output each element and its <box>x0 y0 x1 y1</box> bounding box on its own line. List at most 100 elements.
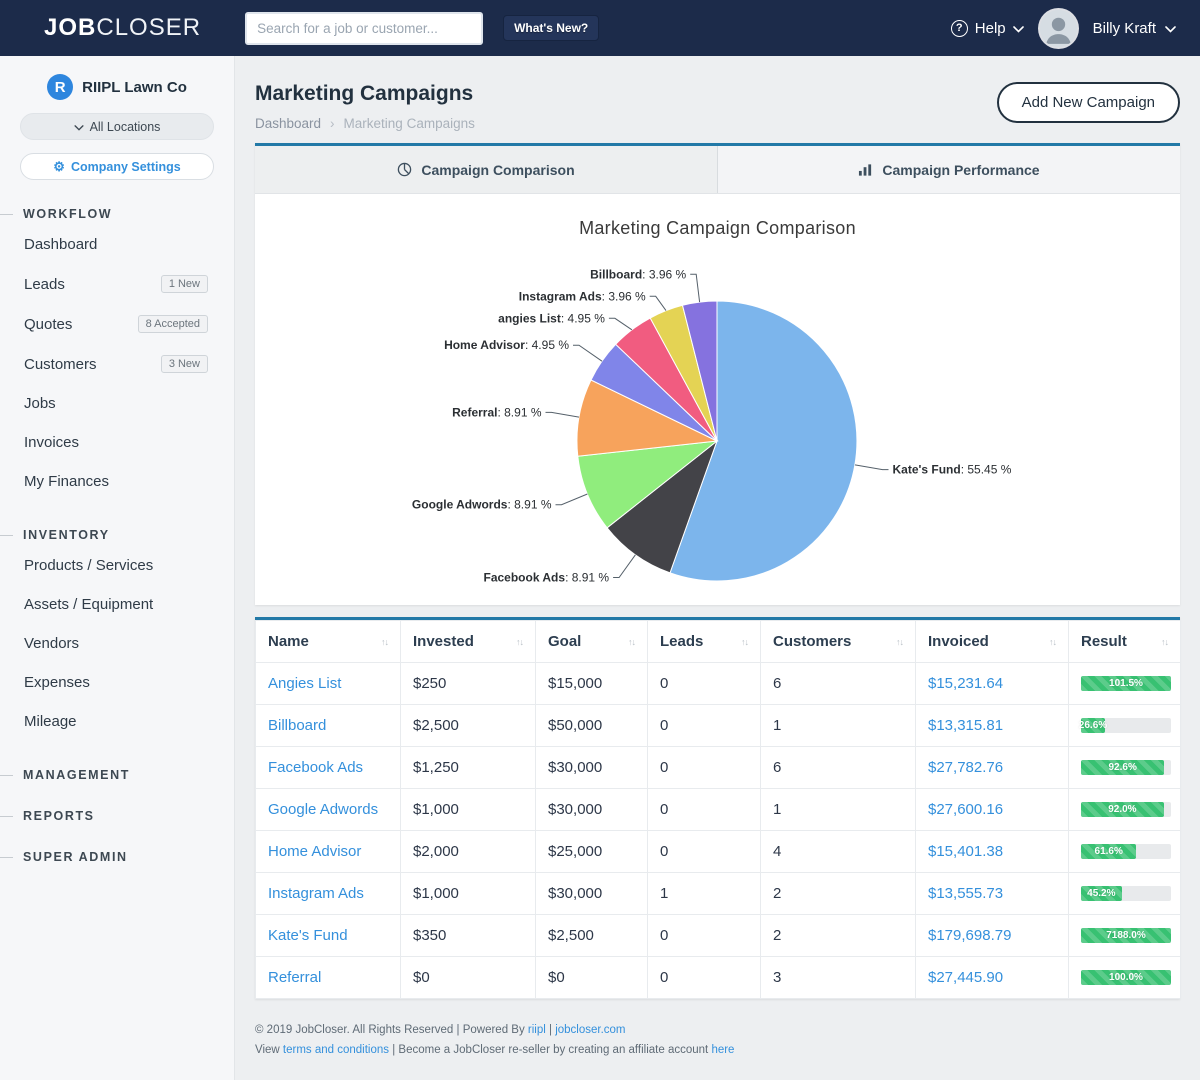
invoiced-amount-link[interactable]: $179,698.79 <box>928 927 1011 944</box>
section-label: SUPER ADMIN <box>23 850 128 864</box>
sidebar-section-super-admin[interactable]: SUPER ADMIN <box>0 850 234 864</box>
campaign-name-link[interactable]: Billboard <box>268 717 326 734</box>
sort-icon[interactable]: ↑↓ <box>516 637 523 647</box>
invoiced-amount-link[interactable]: $27,445.90 <box>928 969 1003 986</box>
sidebar-item-my-finances[interactable]: My Finances <box>0 462 234 501</box>
cell-customers: 2 <box>761 915 916 957</box>
campaign-name-link[interactable]: Google Adwords <box>268 801 378 818</box>
cell-invoiced: $13,315.81 <box>916 705 1069 747</box>
column-label: Name <box>268 633 309 650</box>
sort-icon[interactable]: ↑↓ <box>381 637 388 647</box>
sidebar-item-expenses[interactable]: Expenses <box>0 663 234 702</box>
cell-invoiced: $27,600.16 <box>916 789 1069 831</box>
sort-icon[interactable]: ↑↓ <box>628 637 635 647</box>
cell-invoiced: $15,401.38 <box>916 831 1069 873</box>
nav-item-label: Assets / Equipment <box>24 596 153 613</box>
invoiced-amount-link[interactable]: $15,231.64 <box>928 675 1003 692</box>
sidebar-section-inventory[interactable]: INVENTORY <box>0 528 234 542</box>
nav-item-label: Customers <box>24 356 97 373</box>
main-content: Marketing Campaigns Dashboard › Marketin… <box>235 56 1200 1080</box>
campaign-name-link[interactable]: Referral <box>268 969 321 986</box>
cell-name: Google Adwords <box>256 789 401 831</box>
column-header-name[interactable]: Name ↑↓ <box>256 621 401 663</box>
sidebar-item-customers[interactable]: Customers3 New <box>0 344 234 384</box>
footer-link-jobcloser-com[interactable]: jobcloser.com <box>555 1024 625 1036</box>
breadcrumb-dashboard[interactable]: Dashboard <box>255 116 321 131</box>
cell-invested: $2,500 <box>401 705 536 747</box>
sidebar-item-products-services[interactable]: Products / Services <box>0 546 234 585</box>
cell-name: Billboard <box>256 705 401 747</box>
sidebar-item-assets-equipment[interactable]: Assets / Equipment <box>0 585 234 624</box>
tab-campaign-comparison[interactable]: Campaign Comparison <box>255 146 717 193</box>
footer-link-riipl[interactable]: riipl <box>528 1024 546 1036</box>
cell-name: Instagram Ads <box>256 873 401 915</box>
sidebar-item-leads[interactable]: Leads1 New <box>0 264 234 304</box>
whats-new-button[interactable]: What's New? <box>503 15 599 41</box>
cell-invested: $350 <box>401 915 536 957</box>
nav-item-label: Products / Services <box>24 557 153 574</box>
campaign-name-link[interactable]: Home Advisor <box>268 843 361 860</box>
user-menu[interactable]: Billy Kraft <box>1093 20 1176 37</box>
nav-item-label: Leads <box>24 276 65 293</box>
column-header-leads[interactable]: Leads↑↓ <box>648 621 761 663</box>
sidebar-item-vendors[interactable]: Vendors <box>0 624 234 663</box>
sidebar-item-dashboard[interactable]: Dashboard <box>0 225 234 264</box>
column-header-invoiced[interactable]: Invoiced↑↓ <box>916 621 1069 663</box>
column-label: Goal <box>548 633 581 650</box>
chart-area: Marketing Campaign Comparison Billboard:… <box>255 194 1180 605</box>
column-header-result[interactable]: Result↑↓ <box>1069 621 1181 663</box>
result-progress-fill: 7188.0% <box>1081 928 1171 943</box>
result-progress-bar: 100.0% <box>1081 970 1171 985</box>
campaign-name-link[interactable]: Instagram Ads <box>268 885 364 902</box>
user-avatar[interactable] <box>1040 10 1077 47</box>
result-percent-label: 101.5% <box>1109 678 1143 689</box>
sort-icon[interactable]: ↑↓ <box>1161 637 1168 647</box>
sidebar-item-quotes[interactable]: Quotes8 Accepted <box>0 304 234 344</box>
sidebar-item-invoices[interactable]: Invoices <box>0 423 234 462</box>
pie-label-referral: Referral: 8.91 % <box>452 405 542 419</box>
cell-invoiced: $13,555.73 <box>916 873 1069 915</box>
pie-label-home-advisor: Home Advisor: 4.95 % <box>444 338 569 352</box>
footer-link-here[interactable]: here <box>711 1044 734 1056</box>
tab-bar: Campaign Comparison Campaign Performance <box>255 146 1180 194</box>
invoiced-amount-link[interactable]: $13,315.81 <box>928 717 1003 734</box>
company-settings-button[interactable]: ⚙ Company Settings <box>20 153 214 180</box>
campaign-name-link[interactable]: Angies List <box>268 675 341 692</box>
footer-text: | Become a JobCloser re-seller by creati… <box>389 1044 711 1056</box>
invoiced-amount-link[interactable]: $13,555.73 <box>928 885 1003 902</box>
sidebar-section-workflow[interactable]: WORKFLOW <box>0 207 234 221</box>
sidebar-item-mileage[interactable]: Mileage <box>0 702 234 741</box>
sort-icon[interactable]: ↑↓ <box>741 637 748 647</box>
search-input[interactable] <box>245 12 483 45</box>
tab-campaign-performance[interactable]: Campaign Performance <box>717 146 1180 193</box>
app-logo[interactable]: JOBCLOSER <box>44 14 201 42</box>
cell-result: 92.6% <box>1069 747 1181 789</box>
invoiced-amount-link[interactable]: $27,782.76 <box>928 759 1003 776</box>
campaign-name-link[interactable]: Kate's Fund <box>268 927 348 944</box>
add-new-campaign-button[interactable]: Add New Campaign <box>997 82 1180 123</box>
pie-label-google-adwords: Google Adwords: 8.91 % <box>412 498 552 512</box>
cell-leads: 0 <box>648 957 761 999</box>
sort-icon[interactable]: ↑↓ <box>896 637 903 647</box>
invoiced-amount-link[interactable]: $27,600.16 <box>928 801 1003 818</box>
invoiced-amount-link[interactable]: $15,401.38 <box>928 843 1003 860</box>
gear-icon: ⚙ <box>53 160 65 173</box>
column-header-customers[interactable]: Customers↑↓ <box>761 621 916 663</box>
help-menu[interactable]: ? Help <box>951 20 1024 37</box>
sidebar-section-reports[interactable]: REPORTS <box>0 809 234 823</box>
settings-label: Company Settings <box>71 160 181 174</box>
nav-item-label: Dashboard <box>24 236 97 253</box>
cell-invested: $250 <box>401 663 536 705</box>
pie-label-angies-list: angies List: 4.95 % <box>498 311 605 325</box>
sidebar-item-jobs[interactable]: Jobs <box>0 384 234 423</box>
locations-dropdown[interactable]: All Locations <box>20 113 214 140</box>
column-header-invested[interactable]: Invested↑↓ <box>401 621 536 663</box>
campaign-name-link[interactable]: Facebook Ads <box>268 759 363 776</box>
footer-link-terms-and-conditions[interactable]: terms and conditions <box>283 1044 389 1056</box>
column-header-goal[interactable]: Goal ↑↓ <box>536 621 648 663</box>
sidebar-section-management[interactable]: MANAGEMENT <box>0 768 234 782</box>
result-progress-bar: 101.5% <box>1081 676 1171 691</box>
sort-icon[interactable]: ↑↓ <box>1049 637 1056 647</box>
nav-badge: 8 Accepted <box>138 315 208 333</box>
help-icon: ? <box>951 20 968 37</box>
